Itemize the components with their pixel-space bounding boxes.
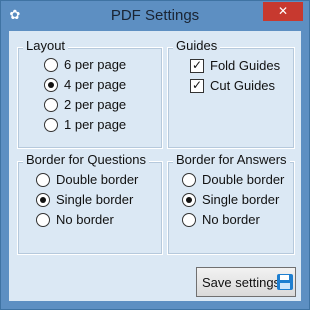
- radio-4-per-page[interactable]: [44, 78, 58, 92]
- answers-no-border-radio[interactable]: [182, 213, 196, 227]
- option-label: Double border: [56, 172, 139, 187]
- fold-guides-checkbox[interactable]: [190, 58, 204, 73]
- answers-single-border-radio[interactable]: [182, 193, 196, 207]
- settings-panel: Layout 6 per page 4 per page 2 per page …: [9, 31, 301, 301]
- layout-option-label: 2 per page: [64, 97, 127, 112]
- layout-option-label: 1 per page: [64, 117, 127, 132]
- radio-6-per-page[interactable]: [44, 58, 58, 72]
- option-label: Single border: [56, 192, 134, 207]
- floppy-disk-icon: [277, 274, 293, 290]
- questions-no-border-radio[interactable]: [36, 213, 50, 227]
- guides-group: Guides Fold Guides Cut Guides: [167, 38, 295, 149]
- fold-guides-label: Fold Guides: [210, 58, 281, 73]
- cut-guides-checkbox[interactable]: [190, 78, 204, 93]
- pdf-settings-window: ✿ PDF Settings ✕ Layout 6 per page 4 per…: [0, 0, 310, 310]
- option-label: No border: [56, 212, 114, 227]
- close-button[interactable]: ✕: [263, 2, 303, 21]
- layout-group-label: Layout: [23, 38, 69, 54]
- questions-double-border-radio[interactable]: [36, 173, 50, 187]
- questions-single-border-radio[interactable]: [36, 193, 50, 207]
- save-settings-label: Save settings: [202, 275, 281, 290]
- option-label: Single border: [202, 192, 280, 207]
- layout-group: Layout 6 per page 4 per page 2 per page …: [17, 38, 163, 149]
- title-bar[interactable]: ✿ PDF Settings ✕: [1, 1, 309, 31]
- layout-option-label: 6 per page: [64, 57, 127, 72]
- layout-option-label: 4 per page: [64, 77, 127, 92]
- answers-double-border-radio[interactable]: [182, 173, 196, 187]
- cut-guides-label: Cut Guides: [210, 78, 276, 93]
- answers-border-group-label: Border for Answers: [173, 152, 290, 168]
- option-label: No border: [202, 212, 260, 227]
- answers-border-group: Border for Answers Double border Single …: [167, 152, 295, 255]
- radio-2-per-page[interactable]: [44, 98, 58, 112]
- save-settings-button[interactable]: Save settings: [196, 267, 296, 297]
- questions-border-group: Border for Questions Double border Singl…: [17, 152, 163, 255]
- radio-1-per-page[interactable]: [44, 118, 58, 132]
- close-icon: ✕: [277, 4, 289, 18]
- option-label: Double border: [202, 172, 285, 187]
- guides-group-label: Guides: [173, 38, 221, 54]
- questions-border-group-label: Border for Questions: [23, 152, 149, 168]
